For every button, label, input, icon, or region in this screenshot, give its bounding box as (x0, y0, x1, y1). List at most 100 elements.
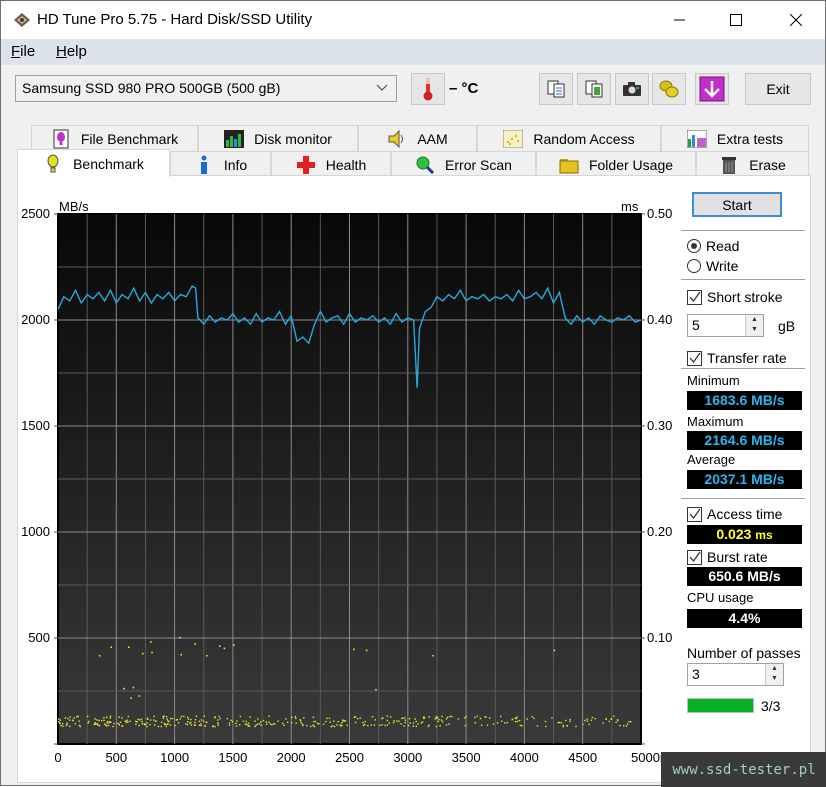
spin-down-icon[interactable]: ▼ (766, 674, 783, 684)
access-time-point (457, 718, 460, 720)
access-time-point (160, 721, 163, 723)
passes-input[interactable]: 3 ▲ ▼ (687, 663, 784, 686)
access-time-point (202, 720, 205, 722)
radio-read-label: Read (706, 238, 740, 254)
spinner-arrows[interactable]: ▲ ▼ (765, 664, 783, 685)
access-time-point (346, 724, 348, 726)
access-time-point (590, 719, 593, 721)
radio-read[interactable]: Read (687, 238, 739, 254)
access-time-point (367, 724, 369, 727)
access-time-point (625, 725, 628, 727)
access-time-point (417, 723, 419, 725)
access-time-point (562, 724, 564, 727)
access-time-point (223, 647, 226, 650)
start-button[interactable]: Start (692, 192, 782, 217)
short-stroke-input[interactable]: 5 ▲ ▼ (687, 314, 764, 337)
spinner-arrows[interactable]: ▲ ▼ (745, 315, 763, 336)
access-time-point (103, 723, 106, 725)
access-time-point (396, 720, 398, 722)
access-time-point (584, 719, 586, 722)
spin-down-icon[interactable]: ▼ (746, 325, 763, 335)
burst-rate-checkbox[interactable]: Burst rate (687, 549, 768, 565)
spin-up-icon[interactable]: ▲ (746, 315, 763, 325)
access-time-point (316, 722, 319, 725)
access-time-point (77, 715, 79, 718)
access-time-point (610, 718, 613, 720)
access-time-point (146, 717, 148, 720)
access-time-point (127, 646, 130, 649)
access-time-point (569, 720, 571, 723)
access-time-point (623, 724, 625, 727)
access-time-point (141, 652, 144, 655)
access-time-point (175, 719, 177, 721)
access-time-point (185, 723, 187, 725)
access-time-point (588, 723, 590, 726)
access-time-point (100, 719, 103, 722)
access-time-point (339, 724, 341, 726)
access-time-point (135, 720, 137, 723)
access-time-point (428, 724, 430, 726)
access-time-point (519, 724, 522, 727)
access-time-point (180, 653, 183, 656)
access-time-point (127, 715, 130, 718)
access-time-point (485, 716, 487, 718)
access-time-point (434, 718, 436, 720)
access-time-point (511, 718, 513, 721)
access-time-point (94, 718, 96, 720)
tab-benchmark[interactable]: Benchmark (17, 149, 170, 177)
watermark: www.ssd-tester.pl (661, 752, 826, 787)
access-time-point (177, 722, 180, 724)
access-time-point (141, 723, 144, 725)
access-time-point (464, 724, 467, 727)
access-time-point (256, 723, 259, 725)
access-time-point (138, 695, 141, 697)
access-time-point (150, 641, 152, 643)
spin-up-icon[interactable]: ▲ (766, 664, 783, 674)
access-time-point (212, 725, 215, 727)
access-time-point (187, 718, 190, 721)
access-time-point (608, 720, 610, 723)
access-time-point (203, 715, 206, 717)
access-time-point (432, 654, 434, 657)
access-time-point (381, 724, 383, 726)
short-stroke-checkbox[interactable]: Short stroke (687, 289, 782, 305)
access-time-point (239, 724, 241, 726)
access-time-point (605, 718, 607, 720)
access-time-point (59, 719, 62, 721)
access-time-point (514, 717, 516, 719)
access-time-point (291, 722, 293, 724)
separator (681, 230, 805, 231)
radio-write[interactable]: Write (687, 258, 738, 274)
access-time-point (412, 725, 414, 727)
access-time-point (157, 725, 160, 728)
access-time-checkbox[interactable]: Access time (687, 506, 782, 522)
access-time-point (121, 717, 123, 719)
access-time-point (194, 718, 197, 721)
access-time-point (553, 649, 556, 652)
average-value: 2037.1 MB/s (687, 470, 802, 489)
access-time-point (198, 724, 201, 726)
access-time-point (257, 718, 259, 720)
access-time-point (415, 720, 417, 723)
separator (681, 498, 805, 499)
access-time-point (269, 723, 272, 725)
access-time-point (613, 715, 615, 717)
access-time-point (352, 648, 355, 651)
access-time-point (217, 724, 219, 726)
access-time-point (526, 718, 528, 720)
transfer-rate-checkbox[interactable]: Transfer rate (687, 350, 787, 366)
access-time-point (440, 719, 443, 721)
access-time-point (531, 716, 533, 718)
cpu-usage-value: 4.4% (687, 609, 802, 628)
short-stroke-value: 5 (692, 317, 700, 333)
access-time-point (303, 717, 305, 719)
tab-label: Benchmark (73, 155, 144, 172)
access-time-point (560, 721, 562, 724)
access-time-point (322, 723, 325, 725)
access-time-point (162, 717, 165, 720)
access-time-point (98, 724, 101, 727)
access-time-point (313, 725, 315, 728)
access-time-point (183, 715, 185, 718)
access-time-point (58, 718, 60, 720)
access-time-point (217, 719, 219, 721)
